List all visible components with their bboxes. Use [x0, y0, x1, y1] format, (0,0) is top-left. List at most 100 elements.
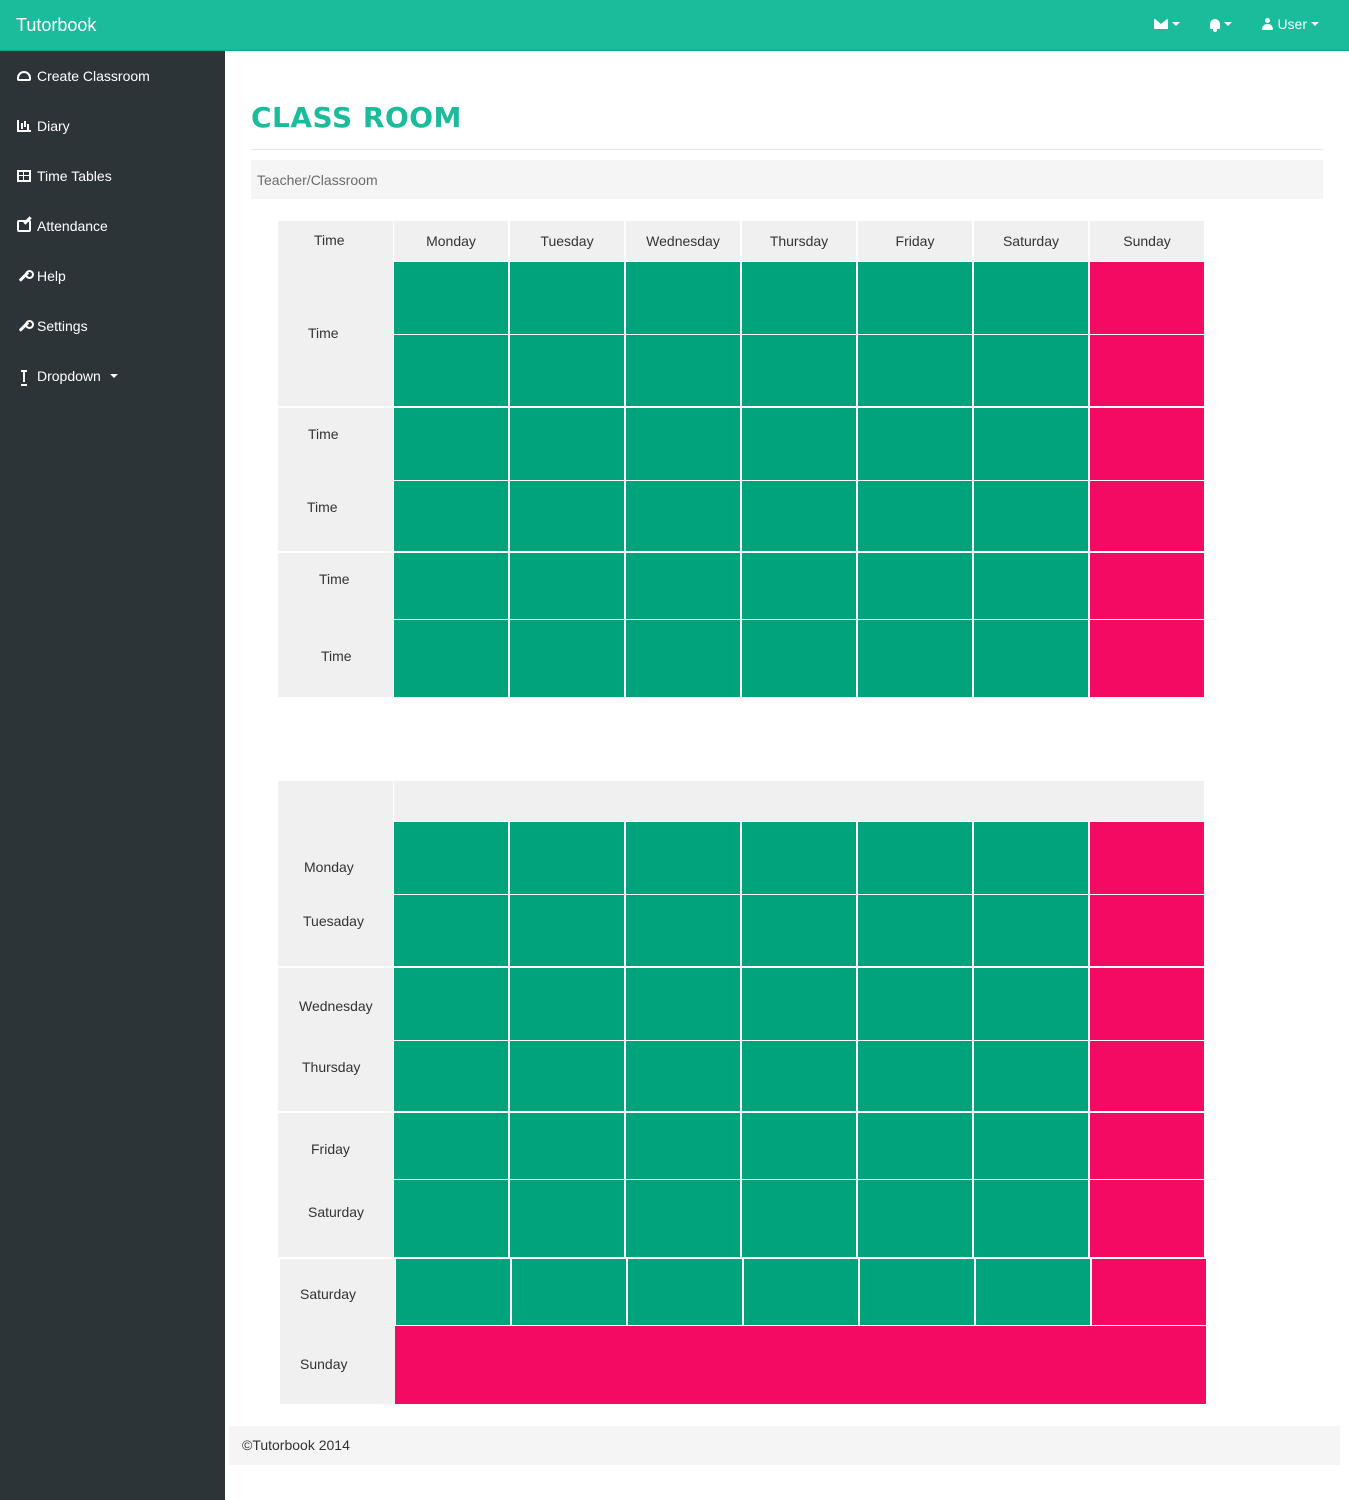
day-slot[interactable]	[858, 1113, 972, 1179]
day-slot-highlight[interactable]	[1090, 895, 1204, 966]
time-slot[interactable]	[858, 481, 972, 551]
day-slot[interactable]	[742, 895, 856, 966]
day-slot[interactable]	[858, 968, 972, 1040]
day-slot[interactable]	[510, 822, 624, 894]
time-slot[interactable]	[974, 335, 1088, 406]
time-slot[interactable]	[742, 408, 856, 480]
time-slot[interactable]	[858, 335, 972, 406]
day-slot[interactable]	[394, 1041, 508, 1111]
time-slot-sunday[interactable]	[1090, 408, 1204, 480]
day-slot[interactable]	[394, 1113, 508, 1179]
day-slot[interactable]	[976, 1259, 1090, 1325]
day-slot[interactable]	[860, 1259, 974, 1325]
notifications-dropdown[interactable]	[1210, 19, 1233, 32]
day-slot[interactable]	[742, 1180, 856, 1257]
time-slot[interactable]	[974, 553, 1088, 619]
sunday-full-row[interactable]	[395, 1326, 1206, 1404]
day-slot[interactable]	[396, 1259, 510, 1325]
time-slot[interactable]	[858, 408, 972, 480]
time-slot[interactable]	[626, 262, 740, 334]
time-slot[interactable]	[510, 335, 624, 406]
time-slot[interactable]	[394, 620, 508, 697]
time-slot[interactable]	[510, 262, 624, 334]
time-slot[interactable]	[510, 481, 624, 551]
day-slot[interactable]	[510, 968, 624, 1040]
day-slot-highlight[interactable]	[1090, 822, 1204, 894]
day-slot[interactable]	[394, 895, 508, 966]
day-slot-highlight[interactable]	[1090, 1113, 1204, 1179]
day-slot[interactable]	[974, 1041, 1088, 1111]
time-slot[interactable]	[974, 481, 1088, 551]
sidebar-item-diary[interactable]: Diary	[0, 101, 225, 151]
time-slot[interactable]	[858, 620, 972, 697]
day-slot[interactable]	[858, 1180, 972, 1257]
day-slot[interactable]	[510, 895, 624, 966]
time-slot[interactable]	[510, 620, 624, 697]
day-slot[interactable]	[742, 1113, 856, 1179]
time-slot[interactable]	[626, 553, 740, 619]
user-dropdown[interactable]: User	[1262, 16, 1319, 32]
time-slot[interactable]	[742, 481, 856, 551]
day-slot-highlight[interactable]	[1090, 968, 1204, 1040]
time-slot-sunday[interactable]	[1090, 620, 1204, 697]
day-slot[interactable]	[626, 1180, 740, 1257]
day-slot[interactable]	[974, 1180, 1088, 1257]
day-slot[interactable]	[394, 822, 508, 894]
day-slot[interactable]	[628, 1259, 742, 1325]
time-slot[interactable]	[394, 262, 508, 334]
day-slot[interactable]	[744, 1259, 858, 1325]
day-slot[interactable]	[510, 1180, 624, 1257]
time-slot[interactable]	[858, 262, 972, 334]
day-slot[interactable]	[974, 895, 1088, 966]
time-slot[interactable]	[394, 553, 508, 619]
day-slot[interactable]	[510, 1113, 624, 1179]
day-slot[interactable]	[510, 1041, 624, 1111]
sidebar-item-help[interactable]: Help	[0, 251, 225, 301]
day-slot[interactable]	[974, 822, 1088, 894]
time-slot[interactable]	[974, 262, 1088, 334]
day-slot[interactable]	[626, 822, 740, 894]
time-slot[interactable]	[742, 620, 856, 697]
sidebar-item-dropdown[interactable]: Dropdown	[0, 351, 225, 401]
sidebar-item-create-classroom[interactable]: Create Classroom	[0, 51, 225, 101]
day-slot[interactable]	[974, 968, 1088, 1040]
time-slot-sunday[interactable]	[1090, 335, 1204, 406]
day-slot[interactable]	[394, 968, 508, 1040]
day-slot[interactable]	[626, 1113, 740, 1179]
day-slot[interactable]	[626, 1041, 740, 1111]
day-slot-highlight[interactable]	[1090, 1041, 1204, 1111]
day-slot[interactable]	[742, 968, 856, 1040]
day-slot[interactable]	[858, 895, 972, 966]
day-slot[interactable]	[742, 1041, 856, 1111]
time-slot[interactable]	[974, 408, 1088, 480]
time-slot[interactable]	[626, 481, 740, 551]
sidebar-item-attendance[interactable]: Attendance	[0, 201, 225, 251]
time-slot-sunday[interactable]	[1090, 553, 1204, 619]
time-slot[interactable]	[742, 553, 856, 619]
day-slot[interactable]	[626, 968, 740, 1040]
time-slot-sunday[interactable]	[1090, 262, 1204, 334]
time-slot[interactable]	[858, 553, 972, 619]
time-slot[interactable]	[742, 335, 856, 406]
day-slot[interactable]	[512, 1259, 626, 1325]
time-slot[interactable]	[974, 620, 1088, 697]
day-slot-highlight[interactable]	[1092, 1259, 1206, 1325]
day-slot-highlight[interactable]	[1090, 1180, 1204, 1257]
time-slot[interactable]	[510, 553, 624, 619]
time-slot[interactable]	[626, 335, 740, 406]
sidebar-item-settings[interactable]: Settings	[0, 301, 225, 351]
time-slot[interactable]	[626, 620, 740, 697]
day-slot[interactable]	[394, 1180, 508, 1257]
day-slot[interactable]	[742, 822, 856, 894]
brand-logo[interactable]: Tutorbook	[16, 15, 96, 36]
sidebar-item-time-tables[interactable]: Time Tables	[0, 151, 225, 201]
time-slot[interactable]	[510, 408, 624, 480]
breadcrumb-item[interactable]: Teacher/Classroom	[257, 172, 378, 188]
day-slot[interactable]	[974, 1113, 1088, 1179]
day-slot[interactable]	[626, 895, 740, 966]
messages-dropdown[interactable]	[1154, 19, 1181, 29]
time-slot[interactable]	[742, 262, 856, 334]
time-slot-sunday[interactable]	[1090, 481, 1204, 551]
time-slot[interactable]	[394, 408, 508, 480]
time-slot[interactable]	[394, 481, 508, 551]
